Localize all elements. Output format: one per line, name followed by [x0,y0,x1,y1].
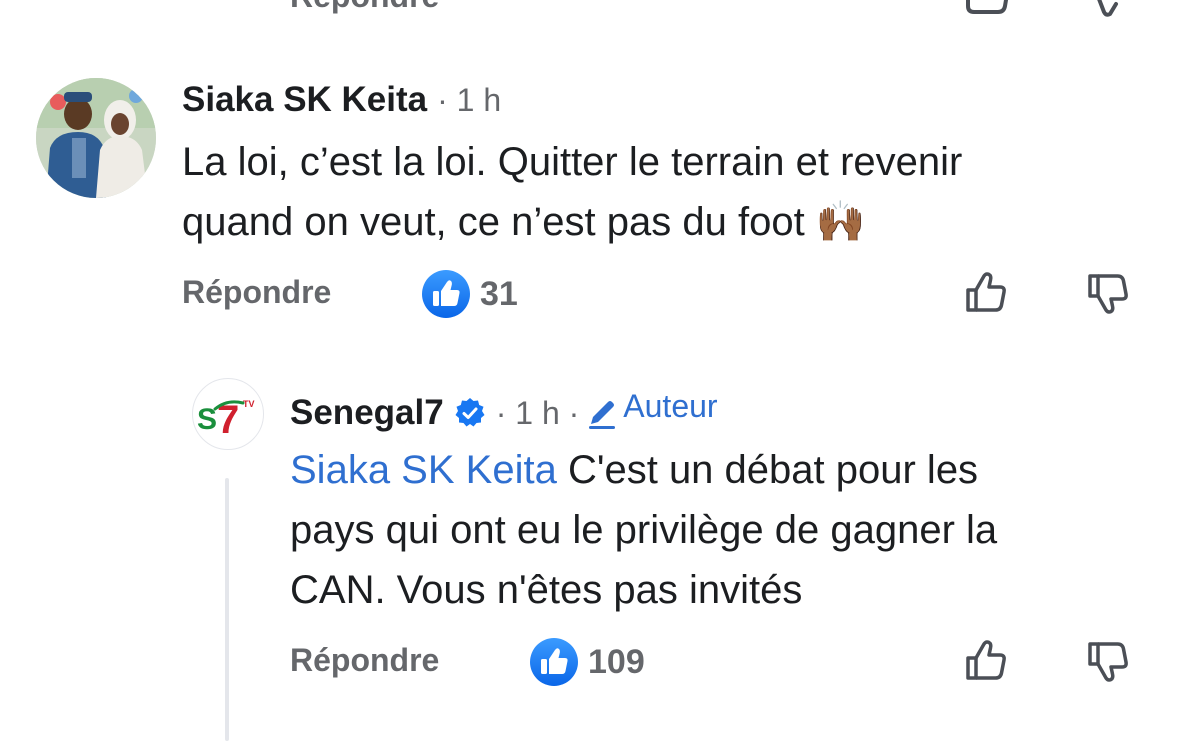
comment-timestamp: · 1 h [437,82,502,118]
thumbs-down-icon[interactable] [1084,638,1132,686]
comment-header: Siaka SK Keita · 1 h [182,80,501,120]
logo-suffix: TV [243,399,255,409]
reply-text-line: pays qui ont eu le privilège de gagner l… [290,508,998,552]
reply-text-line: CAN. Vous n'êtes pas invités [290,568,803,612]
like-reaction-summary[interactable]: 109 [530,638,645,686]
pencil-icon [589,400,616,429]
previous-reply-button[interactable]: Répondre [290,0,439,15]
comment-body: La loi, c’est la loi. Quitter le terrain… [182,132,962,252]
reply-text-line: Siaka SK Keita C'est un débat pour les [290,440,997,500]
author-badge: Auteur [585,388,718,429]
author-badge-label: Auteur [623,388,718,424]
reply-button[interactable]: Répondre [290,642,439,679]
comment-text-line: La loi, c’est la loi. Quitter le terrain… [182,140,963,184]
avatar-photo-image [36,78,156,198]
like-reaction-summary[interactable]: 31 [422,270,518,318]
thumbs-up-icon[interactable] [964,0,1012,18]
reply-text-line-content: C'est un débat pour les [556,448,979,492]
reply-author[interactable]: Senegal7 [290,393,444,433]
like-count: 109 [588,642,645,681]
page-avatar[interactable]: S 7 TV [192,378,264,450]
thumbs-up-icon[interactable] [962,636,1010,684]
raised-hands-emoji: 🙌🏾 [815,200,866,244]
thread-connector-line [225,478,229,741]
thumbs-down-icon[interactable] [1084,270,1132,318]
senegal7-logo: S 7 TV [197,398,255,442]
reply-timestamp: · 1 h · [495,394,580,431]
comment-author[interactable]: Siaka SK Keita [182,80,427,120]
avatar[interactable] [36,78,156,198]
thumbs-up-icon[interactable] [962,268,1010,316]
comment-text-line: quand on veut, ce n’est pas du foot 🙌🏾 [182,192,962,252]
verified-badge-icon [455,397,485,426]
thumbs-up-icon [422,270,470,318]
thumbs-down-icon[interactable] [1086,0,1134,18]
mention-link[interactable]: Siaka SK Keita [290,448,557,492]
comment-text-line-content: quand on veut, ce n’est pas du foot [182,200,805,244]
thumbs-up-icon [530,638,578,686]
reply-body: Siaka SK Keita C'est un débat pour les p… [290,440,997,620]
reply-button[interactable]: Répondre [182,274,331,311]
reply-header: Senegal7 · 1 h · Auteur [290,388,718,433]
like-count: 31 [480,274,518,313]
